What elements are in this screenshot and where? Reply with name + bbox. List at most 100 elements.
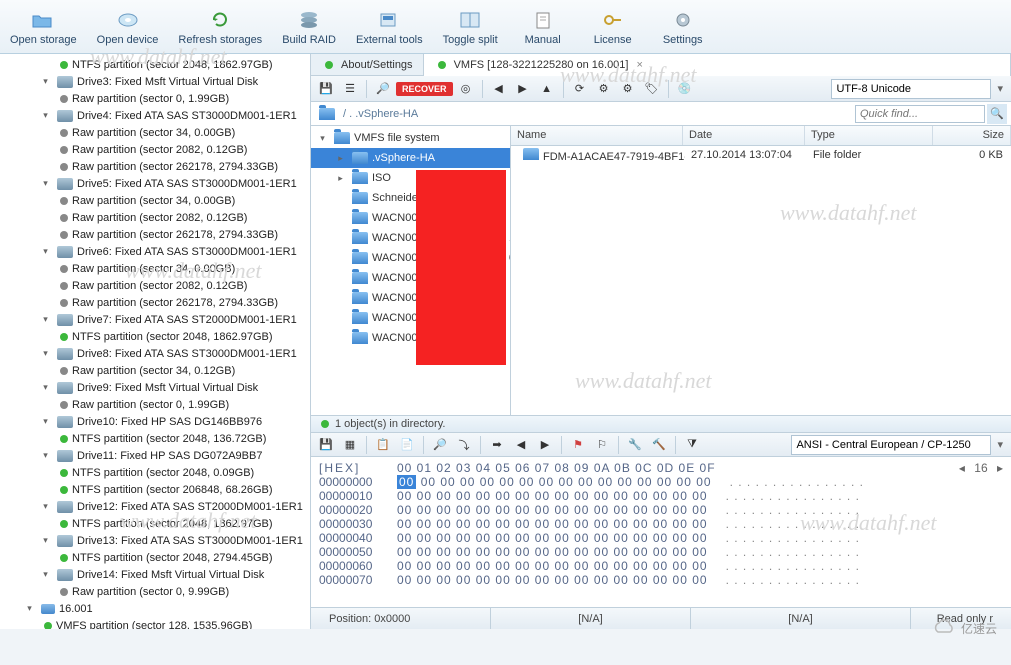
expand-icon[interactable]: ▾ bbox=[40, 382, 51, 393]
save-icon[interactable]: 💾 bbox=[315, 434, 337, 456]
tree-row[interactable]: Raw partition (sector 262178, 2794.33GB) bbox=[0, 226, 310, 243]
tab[interactable]: About/Settings bbox=[311, 54, 424, 76]
tree-row[interactable]: Raw partition (sector 2082, 0.12GB) bbox=[0, 277, 310, 294]
expand-icon[interactable]: ▾ bbox=[40, 178, 51, 189]
path-text[interactable]: / . .vSphere-HA bbox=[339, 108, 855, 120]
license-button[interactable]: License bbox=[578, 2, 648, 51]
file-row[interactable]: FDM-A1ACAE47-7919-4BF1-...27.10.2014 13:… bbox=[511, 146, 1011, 164]
tree-row[interactable]: ▾Drive6: Fixed ATA SAS ST3000DM001-1ER1 bbox=[0, 243, 310, 260]
refresh-icon[interactable]: ⟳ bbox=[569, 78, 591, 100]
tree-row[interactable]: Raw partition (sector 0, 9.99GB) bbox=[0, 583, 310, 600]
tree-row[interactable]: ▾Drive5: Fixed ATA SAS ST3000DM001-1ER1 bbox=[0, 175, 310, 192]
expand-icon[interactable]: ▾ bbox=[40, 450, 51, 461]
list-icon[interactable]: ☰ bbox=[339, 78, 361, 100]
find-icon[interactable]: 🔎 bbox=[429, 434, 451, 456]
open-device-button[interactable]: Open device bbox=[87, 2, 169, 51]
tree-row[interactable]: NTFS partition (sector 2048, 136.72GB) bbox=[0, 430, 310, 447]
external-tools-button[interactable]: External tools bbox=[346, 2, 433, 51]
col-type[interactable]: Type bbox=[805, 126, 933, 145]
tag-icon[interactable]: 🏷 bbox=[641, 78, 663, 100]
tree-row[interactable]: ▾Drive12: Fixed ATA SAS ST2000DM001-1ER1 bbox=[0, 498, 310, 515]
fs-tree-row[interactable]: ▸.vSphere-HA bbox=[311, 148, 510, 168]
manual-button[interactable]: Manual bbox=[508, 2, 578, 51]
expand-icon[interactable]: ▾ bbox=[40, 76, 51, 87]
col-size[interactable]: Size bbox=[933, 126, 1011, 145]
tool1-icon[interactable]: 🔧 bbox=[624, 434, 646, 456]
find-next-icon[interactable]: ⤵ bbox=[453, 434, 475, 456]
binoculars-icon[interactable]: 🔎 bbox=[372, 78, 394, 100]
settings-button[interactable]: Settings bbox=[648, 2, 718, 51]
hex-row[interactable]: 0000004000 00 00 00 00 00 00 00 00 00 00… bbox=[319, 531, 1003, 545]
tab[interactable]: VMFS [128-3221225280 on 16.001]× bbox=[424, 54, 1011, 76]
filter-icon[interactable]: ⧩ bbox=[681, 434, 703, 456]
quick-find-input[interactable] bbox=[855, 105, 985, 123]
gear-icon[interactable]: ⚙ bbox=[593, 78, 615, 100]
tree-row[interactable]: Raw partition (sector 0, 1.99GB) bbox=[0, 396, 310, 413]
target-icon[interactable]: ◎ bbox=[455, 78, 477, 100]
tree-row[interactable]: Raw partition (sector 34, 0.00GB) bbox=[0, 124, 310, 141]
filesystem-tree[interactable]: ▾VMFS file system▸.vSphere-HA▸ISOSchneid… bbox=[311, 126, 511, 415]
fwd-icon[interactable]: ▶ bbox=[534, 434, 556, 456]
expand-icon[interactable]: ▾ bbox=[40, 246, 51, 257]
expand-icon[interactable]: ▾ bbox=[317, 133, 328, 144]
save-icon[interactable]: 💾 bbox=[315, 78, 337, 100]
expand-icon[interactable]: ▾ bbox=[40, 535, 51, 546]
toggle-split-button[interactable]: Toggle split bbox=[433, 2, 508, 51]
tree-row[interactable]: VMFS partition (sector 128, 1535.96GB) bbox=[0, 617, 310, 629]
hex-row[interactable]: 0000005000 00 00 00 00 00 00 00 00 00 00… bbox=[319, 545, 1003, 559]
refresh-button[interactable]: Refresh storages bbox=[168, 2, 272, 51]
encoding-select[interactable] bbox=[831, 79, 991, 99]
expand-icon[interactable]: ▾ bbox=[40, 348, 51, 359]
col-name[interactable]: Name bbox=[511, 126, 683, 145]
tree-row[interactable]: ▾Drive7: Fixed ATA SAS ST2000DM001-1ER1 bbox=[0, 311, 310, 328]
tree-row[interactable]: Raw partition (sector 262178, 2794.33GB) bbox=[0, 158, 310, 175]
hex-row[interactable]: 0000000000 00 00 00 00 00 00 00 00 00 00… bbox=[319, 475, 1003, 489]
back-icon[interactable]: ◀ bbox=[510, 434, 532, 456]
select-icon[interactable]: ▦ bbox=[339, 434, 361, 456]
tree-row[interactable]: NTFS partition (sector 206848, 68.26GB) bbox=[0, 481, 310, 498]
disc-icon[interactable]: 💿 bbox=[674, 78, 696, 100]
expand-icon[interactable]: ▾ bbox=[40, 501, 51, 512]
paste-icon[interactable]: 📄 bbox=[396, 434, 418, 456]
tree-row[interactable]: Raw partition (sector 2082, 0.12GB) bbox=[0, 209, 310, 226]
goto-icon[interactable]: ➡ bbox=[486, 434, 508, 456]
tree-row[interactable]: NTFS partition (sector 2048, 1862.97GB) bbox=[0, 328, 310, 345]
tree-row[interactable]: Raw partition (sector 34, 0.00GB) bbox=[0, 192, 310, 209]
expand-icon[interactable]: ▸ bbox=[335, 153, 346, 164]
tree-row[interactable]: Raw partition (sector 34, 0.00GB) bbox=[0, 260, 310, 277]
tool2-icon[interactable]: 🔨 bbox=[648, 434, 670, 456]
tree-row[interactable]: ▾16.001 bbox=[0, 600, 310, 617]
storage-tree[interactable]: NTFS partition (sector 2048, 1862.97GB)▾… bbox=[0, 54, 311, 629]
tree-row[interactable]: Raw partition (sector 0, 1.99GB) bbox=[0, 90, 310, 107]
tree-row[interactable]: NTFS partition (sector 2048, 2794.45GB) bbox=[0, 549, 310, 566]
tree-row[interactable]: ▾Drive11: Fixed HP SAS DG072A9BB7 bbox=[0, 447, 310, 464]
hex-view[interactable]: [HEX] 00 01 02 03 04 05 06 07 08 09 0A 0… bbox=[311, 457, 1011, 607]
fs-tree-row[interactable]: ▾VMFS file system bbox=[311, 128, 510, 148]
close-icon[interactable]: × bbox=[636, 59, 642, 71]
expand-icon[interactable]: ▾ bbox=[40, 569, 51, 580]
expand-icon[interactable]: ▾ bbox=[40, 416, 51, 427]
expand-icon[interactable]: ▾ bbox=[40, 110, 51, 121]
flag2-icon[interactable]: ⚐ bbox=[591, 434, 613, 456]
hex-row[interactable]: 0000006000 00 00 00 00 00 00 00 00 00 00… bbox=[319, 559, 1003, 573]
flag-icon[interactable]: ⚑ bbox=[567, 434, 589, 456]
col-date[interactable]: Date bbox=[683, 126, 805, 145]
tree-row[interactable]: ▾Drive13: Fixed ATA SAS ST3000DM001-1ER1 bbox=[0, 532, 310, 549]
tree-row[interactable]: ▾Drive8: Fixed ATA SAS ST3000DM001-1ER1 bbox=[0, 345, 310, 362]
search-icon[interactable]: 🔍 bbox=[987, 104, 1007, 124]
tree-row[interactable]: Raw partition (sector 34, 0.12GB) bbox=[0, 362, 310, 379]
hex-row[interactable]: 0000001000 00 00 00 00 00 00 00 00 00 00… bbox=[319, 489, 1003, 503]
tree-row[interactable]: ▾Drive10: Fixed HP SAS DG146BB976 bbox=[0, 413, 310, 430]
tree-row[interactable]: ▾Drive9: Fixed Msft Virtual Virtual Disk bbox=[0, 379, 310, 396]
build-raid-button[interactable]: Build RAID bbox=[272, 2, 346, 51]
open-storage-button[interactable]: Open storage bbox=[0, 2, 87, 51]
tree-row[interactable]: ▾Drive14: Fixed Msft Virtual Virtual Dis… bbox=[0, 566, 310, 583]
hex-row[interactable]: 0000002000 00 00 00 00 00 00 00 00 00 00… bbox=[319, 503, 1003, 517]
hex-row[interactable]: 0000007000 00 00 00 00 00 00 00 00 00 00… bbox=[319, 573, 1003, 587]
forward-icon[interactable]: ▶ bbox=[512, 78, 534, 100]
tree-row[interactable]: NTFS partition (sector 2048, 1862.97GB) bbox=[0, 56, 310, 73]
back-icon[interactable]: ◀ bbox=[488, 78, 510, 100]
hex-row[interactable]: 0000003000 00 00 00 00 00 00 00 00 00 00… bbox=[319, 517, 1003, 531]
gear2-icon[interactable]: ⚙ bbox=[617, 78, 639, 100]
recover-button[interactable]: RECOVER bbox=[396, 82, 453, 96]
